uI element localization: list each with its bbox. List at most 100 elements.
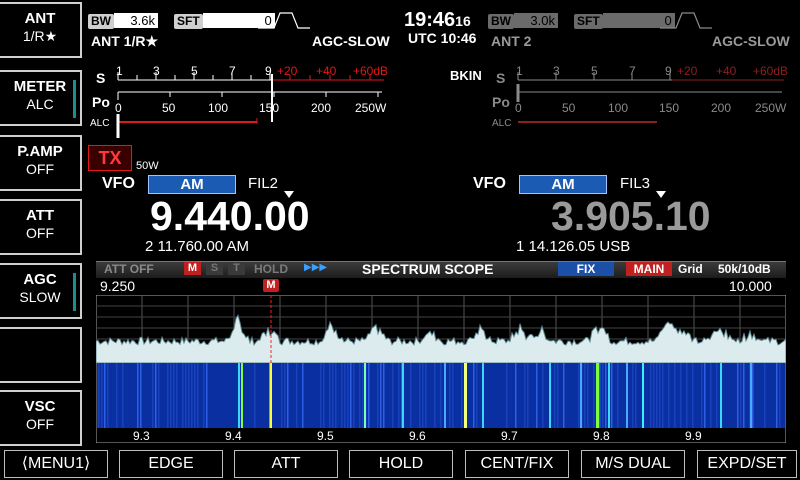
waterfall-noise bbox=[776, 363, 778, 428]
sub-bw-value: 3.0k bbox=[514, 13, 558, 28]
spectrum-scope[interactable] bbox=[96, 295, 786, 443]
sub-mode-button[interactable]: AM bbox=[519, 175, 607, 194]
sub-meter-po-tick-label: 0 bbox=[515, 101, 522, 115]
waterfall-noise bbox=[632, 363, 634, 428]
waterfall-noise bbox=[419, 363, 421, 428]
waterfall-noise bbox=[398, 363, 400, 428]
scope-title: SPECTRUM SCOPE bbox=[362, 261, 494, 277]
agc-button[interactable]: AGC SLOW bbox=[0, 263, 82, 319]
waterfall-noise bbox=[155, 363, 157, 428]
sub-bw-label: BW bbox=[488, 14, 514, 29]
main-meter-s-tick-label: 7 bbox=[229, 64, 236, 78]
main-bw-value: 3.6k bbox=[114, 13, 158, 28]
blank-button[interactable] bbox=[0, 327, 82, 383]
waterfall-signal bbox=[750, 363, 752, 428]
waterfall-noise bbox=[554, 363, 556, 428]
waterfall-noise bbox=[122, 363, 124, 428]
sub-meter-s-label: S bbox=[496, 70, 506, 86]
waterfall-noise bbox=[701, 363, 703, 428]
waterfall-noise bbox=[197, 363, 199, 428]
att-side-button[interactable]: ATT OFF bbox=[0, 199, 82, 255]
main-meter-po-tick-label: 100 bbox=[208, 101, 229, 115]
waterfall-noise bbox=[716, 363, 718, 428]
waterfall-noise bbox=[536, 363, 538, 428]
waterfall-noise bbox=[527, 363, 529, 428]
waterfall-noise bbox=[524, 363, 526, 428]
waterfall-noise bbox=[194, 363, 196, 428]
waterfall-signal bbox=[402, 363, 404, 428]
tx-indicator: TX bbox=[88, 145, 132, 171]
waterfall-noise bbox=[668, 363, 670, 428]
sub-filter-label[interactable]: FIL3 bbox=[620, 175, 650, 192]
waterfall-signal bbox=[482, 363, 484, 428]
meter-button[interactable]: METER ALC bbox=[0, 70, 82, 126]
main-bw-label: BW bbox=[88, 14, 114, 29]
main-meter-po-tick-label: 200 bbox=[311, 101, 332, 115]
clock-seconds: 16 bbox=[455, 13, 471, 29]
scope-axis-label: 9.9 bbox=[685, 429, 702, 443]
waterfall-noise bbox=[692, 363, 694, 428]
main-filter-label[interactable]: FIL2 bbox=[248, 175, 278, 192]
main-frequency[interactable]: 9.440.00 bbox=[150, 193, 310, 240]
sub-meter-po-tick-label: 100 bbox=[608, 101, 629, 115]
sub-frequency[interactable]: 3.905.10 bbox=[551, 193, 711, 240]
waterfall-noise bbox=[185, 363, 187, 428]
waterfall-signal bbox=[642, 363, 644, 428]
waterfall-noise bbox=[107, 363, 109, 428]
waterfall-noise bbox=[392, 363, 394, 428]
waterfall-noise bbox=[662, 363, 664, 428]
scope-s-badge: S bbox=[206, 262, 223, 275]
waterfall-noise bbox=[506, 363, 508, 428]
ant-button[interactable]: ANT 1/R★ bbox=[0, 2, 82, 58]
pamp-button-title: P.AMP bbox=[17, 143, 63, 160]
scope-fix-badge: FIX bbox=[558, 262, 614, 276]
meter-button-title: METER bbox=[13, 78, 67, 95]
pamp-button[interactable]: P.AMP OFF bbox=[0, 135, 82, 191]
waterfall-noise bbox=[656, 363, 658, 428]
att-button[interactable]: ATT bbox=[234, 450, 338, 478]
sub-meter-po-tick-label: 50 bbox=[562, 101, 576, 115]
waterfall-noise bbox=[170, 363, 172, 428]
waterfall-noise bbox=[296, 363, 298, 428]
waterfall-noise bbox=[341, 363, 343, 428]
waterfall-signal bbox=[626, 363, 628, 428]
att-side-button-value: OFF bbox=[26, 225, 54, 241]
edge-button[interactable]: EDGE bbox=[119, 450, 223, 478]
scope-hold-label: HOLD bbox=[254, 262, 288, 276]
waterfall-noise bbox=[674, 363, 676, 428]
main-vfo-label: VFO bbox=[102, 175, 135, 192]
sub-vfo-label: VFO bbox=[473, 175, 506, 192]
main-mode-button[interactable]: AM bbox=[148, 175, 236, 194]
menu1-button[interactable]: ⟨MENU1⟩ bbox=[4, 450, 108, 478]
sub-meter-s-tick-label: 9 bbox=[665, 64, 672, 78]
waterfall-noise bbox=[287, 363, 289, 428]
waterfall-noise bbox=[425, 363, 427, 428]
sub-meter-s-tick-label: +60dB bbox=[753, 64, 789, 78]
expd-set-button[interactable]: EXPD/SET bbox=[697, 450, 797, 478]
waterfall-noise bbox=[203, 363, 205, 428]
waterfall-noise bbox=[704, 363, 706, 428]
waterfall-noise bbox=[116, 363, 118, 428]
main-meter-po-tick-label: 150 bbox=[259, 101, 280, 115]
scope-m-badge: M bbox=[184, 262, 201, 275]
waterfall-signal bbox=[444, 363, 446, 428]
hold-button[interactable]: HOLD bbox=[349, 450, 453, 478]
waterfall-signal bbox=[241, 363, 243, 428]
scope-att-label[interactable]: ATT OFF bbox=[104, 262, 154, 276]
ms-dual-button[interactable]: M/S DUAL bbox=[581, 450, 685, 478]
waterfall-noise bbox=[323, 363, 325, 428]
waterfall-noise bbox=[752, 363, 754, 428]
vsc-button[interactable]: VSC OFF bbox=[0, 390, 82, 446]
waterfall-signal bbox=[238, 363, 240, 428]
waterfall-noise bbox=[254, 363, 256, 428]
waterfall-noise bbox=[101, 363, 103, 428]
waterfall-noise bbox=[284, 363, 286, 428]
waterfall-noise bbox=[449, 363, 451, 428]
waterfall-noise bbox=[410, 363, 412, 428]
waterfall-signal bbox=[720, 363, 722, 428]
waterfall-noise bbox=[542, 363, 544, 428]
sub-agc-label: AGC-SLOW bbox=[712, 33, 790, 49]
waterfall-noise bbox=[440, 363, 442, 428]
sub-meter-po-tick-label: 200 bbox=[711, 101, 732, 115]
cent-fix-button[interactable]: CENT/FIX bbox=[465, 450, 569, 478]
